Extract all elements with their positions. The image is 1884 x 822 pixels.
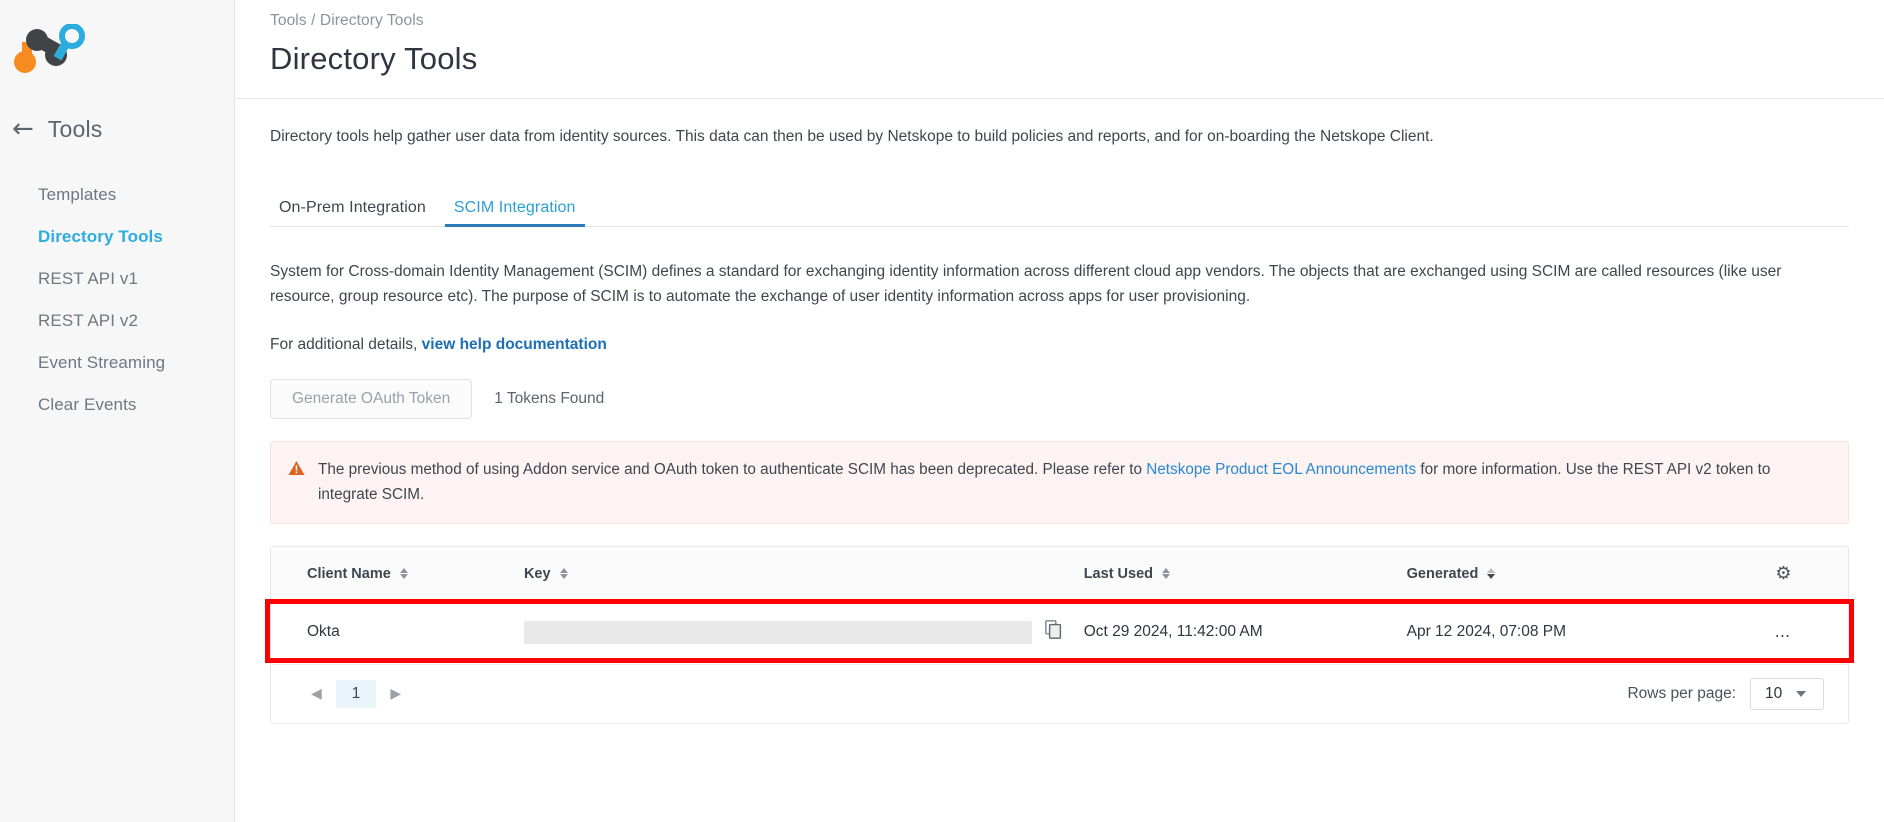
sidebar-item-rest-api-v2[interactable]: REST API v2 [0, 300, 234, 342]
scim-description: System for Cross-domain Identity Managem… [270, 263, 1782, 306]
copy-icon[interactable] [1044, 620, 1062, 644]
token-actions-row: Generate OAuth Token 1 Tokens Found [270, 379, 1849, 420]
breadcrumb[interactable]: Tools / Directory Tools [270, 12, 1884, 30]
sidebar-nav: Templates Directory Tools REST API v1 RE… [0, 174, 234, 426]
tokens-table: Client Name Key Last Used Generated ⚙ Ok… [271, 547, 1848, 665]
tokens-table-head: Client Name Key Last Used Generated ⚙ [271, 547, 1848, 601]
column-header-client-name[interactable]: Client Name [271, 547, 524, 601]
back-arrow-icon: ← [12, 114, 34, 144]
rows-per-page-select[interactable]: 10 [1750, 678, 1824, 711]
column-header-last-used[interactable]: Last Used [1083, 547, 1407, 601]
sort-indicator-last-used[interactable] [1162, 567, 1171, 579]
sidebar-back-to-tools[interactable]: ← Tools [0, 106, 234, 152]
column-header-settings[interactable]: ⚙ [1718, 547, 1848, 601]
key-cell-wrapper [523, 620, 1084, 644]
view-help-documentation-link[interactable]: view help documentation [422, 336, 607, 353]
app-root: ← Tools Templates Directory Tools REST A… [0, 0, 1884, 822]
pagination-prev-button[interactable]: ◀ [303, 682, 330, 706]
help-documentation-line: For additional details, view help docume… [270, 336, 1849, 354]
tab-scim-integration[interactable]: SCIM Integration [444, 199, 585, 228]
column-label-generated: Generated [1406, 565, 1479, 582]
sort-indicator-generated[interactable] [1487, 567, 1496, 579]
cell-key [523, 599, 1084, 665]
rows-per-page-label: Rows per page: [1627, 685, 1736, 703]
sidebar: ← Tools Templates Directory Tools REST A… [0, 0, 235, 822]
tokens-table-card: Client Name Key Last Used Generated ⚙ Ok… [265, 546, 1854, 725]
help-prefix-text: For additional details, [270, 336, 418, 354]
tokens-found-count: 1 Tokens Found [494, 390, 605, 408]
column-label-client-name: Client Name [307, 565, 391, 582]
deprecation-alert-text: The previous method of using Addon servi… [318, 458, 1830, 507]
sidebar-item-event-streaming[interactable]: Event Streaming [0, 342, 234, 384]
generate-oauth-token-button[interactable]: Generate OAuth Token [270, 379, 473, 420]
deprecation-alert: The previous method of using Addon servi… [270, 441, 1849, 525]
cell-last-used: Oct 29 2024, 11:42:00 AM [1083, 599, 1407, 665]
table-row[interactable]: Okta Oct 29 2024, 11:42:00 AM Apr 12 202… [271, 599, 1848, 665]
content-area: Directory tools help gather user data fr… [235, 99, 1884, 822]
row-actions-menu-button[interactable]: … [1718, 599, 1848, 665]
sidebar-item-clear-events[interactable]: Clear Events [0, 384, 234, 426]
rows-per-page-value: 10 [1765, 685, 1783, 703]
sort-indicator-key[interactable] [559, 567, 568, 579]
netskope-logo-icon [14, 24, 85, 73]
page-header: Tools / Directory Tools Directory Tools [235, 0, 1884, 98]
sidebar-item-directory-tools[interactable]: Directory Tools [0, 216, 234, 258]
cell-client-name: Okta [271, 599, 524, 665]
sidebar-section-title: Tools [47, 115, 103, 142]
pagination-next-button[interactable]: ▶ [382, 682, 409, 706]
tab-bar: On-Prem Integration SCIM Integration [270, 190, 1849, 228]
cell-generated: Apr 12 2024, 07:08 PM [1406, 599, 1719, 665]
intro-text: Directory tools help gather user data fr… [270, 128, 1434, 145]
pagination-bar: ◀ 1 ▶ Rows per page: 10 [271, 664, 1848, 723]
page-title: Directory Tools [270, 41, 478, 76]
main-content: Tools / Directory Tools Directory Tools … [235, 0, 1884, 822]
column-label-key: Key [523, 565, 551, 582]
sidebar-item-templates[interactable]: Templates [0, 174, 234, 216]
key-masked-field [523, 620, 1032, 644]
table-header-row: Client Name Key Last Used Generated ⚙ [271, 547, 1848, 601]
sort-indicator-client-name[interactable] [399, 567, 408, 579]
tokens-table-body: Okta Oct 29 2024, 11:42:00 AM Apr 12 202… [271, 599, 1848, 665]
warning-triangle-icon [288, 460, 305, 481]
chevron-down-icon [1796, 691, 1807, 698]
alert-text-before-link: The previous method of using Addon servi… [318, 461, 1142, 479]
tab-on-prem-integration[interactable]: On-Prem Integration [270, 199, 435, 226]
column-label-last-used: Last Used [1083, 565, 1154, 582]
rows-per-page-group: Rows per page: 10 [1627, 678, 1824, 711]
column-header-key[interactable]: Key [523, 547, 1084, 601]
pagination-controls: ◀ 1 ▶ [303, 680, 409, 709]
sidebar-item-rest-api-v1[interactable]: REST API v1 [0, 258, 234, 300]
column-header-generated[interactable]: Generated [1406, 547, 1719, 601]
netskope-eol-announcements-link[interactable]: Netskope Product EOL Announcements [1146, 461, 1416, 478]
gear-icon[interactable]: ⚙ [1775, 563, 1791, 584]
pagination-page-1[interactable]: 1 [335, 680, 377, 709]
netskope-logo[interactable] [0, 0, 234, 100]
